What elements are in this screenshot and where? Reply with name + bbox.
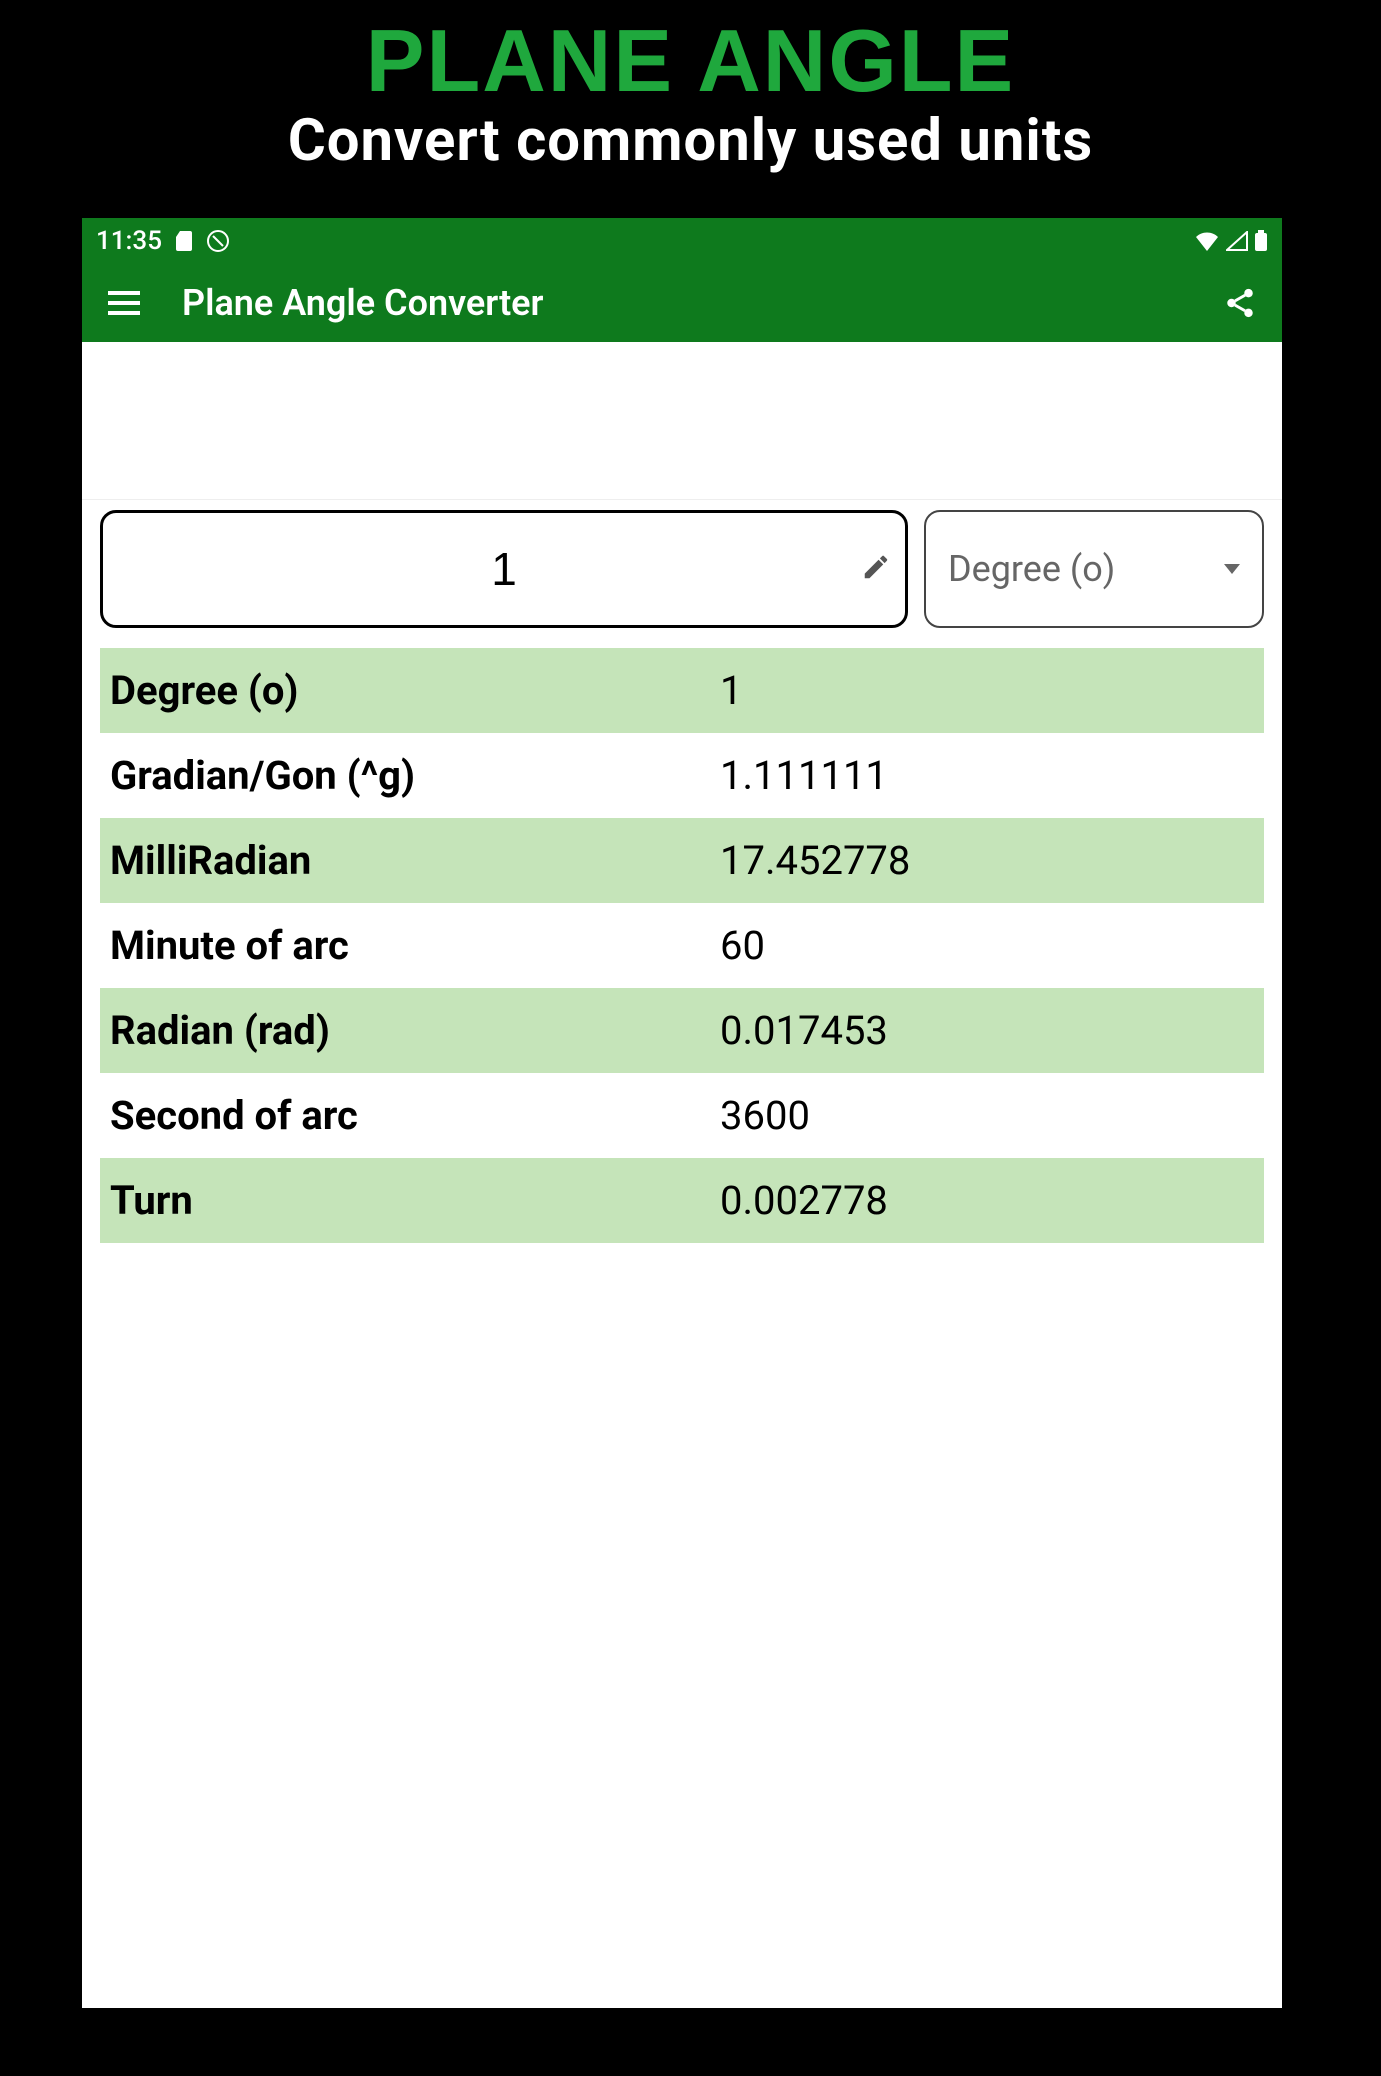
signal-icon [1226, 231, 1248, 251]
result-label: Minute of arc [100, 922, 720, 969]
no-sync-icon [206, 229, 230, 253]
result-label: Gradian/Gon (^g) [100, 752, 720, 799]
result-value: 0.017453 [720, 1007, 1264, 1054]
table-row: Gradian/Gon (^g) 1.111111 [100, 733, 1264, 818]
menu-icon[interactable] [104, 283, 144, 323]
table-row: Turn 0.002778 [100, 1158, 1264, 1243]
result-value: 17.452778 [720, 837, 1264, 884]
result-value: 0.002778 [720, 1177, 1264, 1224]
input-row: Degree (o) [82, 500, 1282, 642]
table-row: Minute of arc 60 [100, 903, 1264, 988]
result-label: Second of arc [100, 1092, 720, 1139]
table-row: MilliRadian 17.452778 [100, 818, 1264, 903]
wifi-icon [1194, 231, 1220, 251]
phone-frame: 11:35 Plane Angle Converter [82, 218, 1282, 2008]
results-table: Degree (o) 1 Gradian/Gon (^g) 1.111111 M… [100, 648, 1264, 1243]
unit-select[interactable]: Degree (o) [924, 510, 1264, 628]
result-label: MilliRadian [100, 837, 720, 884]
pencil-icon [861, 552, 891, 586]
status-time: 11:35 [96, 226, 162, 256]
app-bar: Plane Angle Converter [82, 264, 1282, 342]
promo-title: PLANE ANGLE [0, 0, 1381, 112]
result-label: Radian (rad) [100, 1007, 720, 1054]
table-row: Second of arc 3600 [100, 1073, 1264, 1158]
value-input[interactable] [103, 542, 905, 596]
share-icon[interactable] [1220, 283, 1260, 323]
table-row: Degree (o) 1 [100, 648, 1264, 733]
sd-card-icon [174, 229, 194, 253]
result-value: 3600 [720, 1092, 1264, 1139]
ad-placeholder [82, 342, 1282, 500]
result-value: 1.111111 [720, 752, 1264, 799]
unit-select-label: Degree (o) [948, 548, 1214, 590]
table-row: Radian (rad) 0.017453 [100, 988, 1264, 1073]
result-value: 60 [720, 922, 1264, 969]
result-value: 1 [720, 667, 1264, 714]
value-input-container[interactable] [100, 510, 908, 628]
chevron-down-icon [1224, 564, 1240, 574]
promo-subtitle: Convert commonly used units [0, 107, 1381, 175]
status-bar: 11:35 [82, 218, 1282, 264]
result-label: Turn [100, 1177, 720, 1224]
app-title: Plane Angle Converter [182, 282, 1182, 324]
result-label: Degree (o) [100, 667, 720, 714]
battery-icon [1254, 230, 1268, 252]
